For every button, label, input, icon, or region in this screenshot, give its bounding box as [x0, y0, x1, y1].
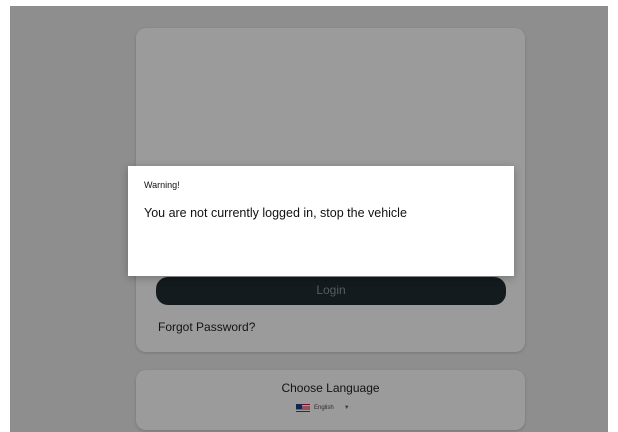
warning-dialog: Warning! You are not currently logged in…	[128, 166, 514, 276]
dialog-message: You are not currently logged in, stop th…	[144, 206, 407, 220]
dialog-title: Warning!	[144, 180, 180, 190]
